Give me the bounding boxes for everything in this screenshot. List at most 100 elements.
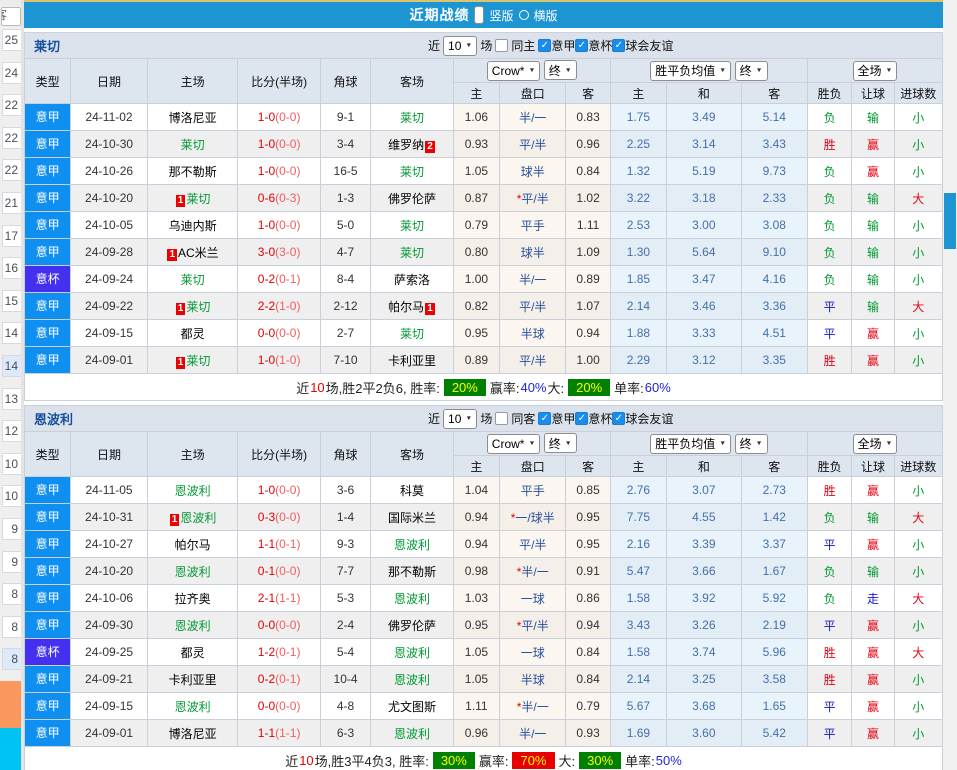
mean-away-odds: 5.42	[741, 720, 807, 747]
left-number-cell: 8	[2, 616, 21, 638]
mean-select[interactable]: 胜平负均值▼	[650, 61, 731, 81]
mean-home-odds: 2.14	[610, 666, 666, 693]
home-odds: 0.93	[453, 131, 499, 158]
match-date: 24-09-15	[71, 693, 147, 720]
handicap-text: 半/一	[519, 111, 546, 125]
odds-company-select[interactable]: Crow*▼	[487, 61, 541, 81]
away-odds: 0.96	[566, 131, 610, 158]
goals-size-cell: 大	[894, 585, 942, 612]
chevron-down-icon: ▼	[465, 42, 472, 48]
same-venue-label: 同主	[511, 37, 535, 54]
recent-count-select[interactable]: 10 ▼	[443, 36, 477, 56]
half-time-score: (0-0)	[275, 564, 300, 578]
match-row: 意甲24-09-21卡利亚里0-2(0-1)10-4恩波利1.05半球0.842…	[25, 666, 943, 693]
horizontal-layout-radio[interactable]	[519, 10, 529, 20]
home-team-name: 都灵	[181, 327, 205, 341]
league-filter-checkbox[interactable]: ✓	[538, 412, 551, 425]
handicap-result-cell: 输	[852, 185, 894, 212]
half-time-score: (0-1)	[275, 672, 300, 686]
clipped-char: 客	[1, 8, 7, 23]
handicap-text: 一球	[521, 592, 545, 606]
handicap-text: 半球	[521, 673, 545, 687]
sub-header: 进球数	[894, 83, 942, 104]
handicap-cell: 平/半	[500, 131, 566, 158]
col-header-type: 类型	[25, 59, 71, 104]
home-odds: 0.95	[453, 320, 499, 347]
corner-count: 5-4	[320, 639, 370, 666]
mean-away-odds: 5.14	[741, 104, 807, 131]
mean-home-odds: 3.22	[610, 185, 666, 212]
rate-badge: 20%	[568, 379, 610, 396]
scrollbar-track[interactable]	[943, 0, 957, 770]
recent-count-select[interactable]: 10 ▼	[443, 409, 477, 429]
scrollbar-thumb[interactable]	[944, 193, 956, 249]
corner-count: 7-7	[320, 558, 370, 585]
half-time-score: (1-1)	[275, 726, 300, 740]
league-filter-checkbox[interactable]: ✓	[575, 39, 588, 52]
odds-final-select[interactable]: 终▼	[544, 60, 577, 80]
away-team-cell: 恩波利	[371, 720, 454, 747]
away-team-cell: 佛罗伦萨	[371, 612, 454, 639]
mean-home-odds: 5.47	[610, 558, 666, 585]
league-badge: 意甲	[25, 212, 70, 238]
same-venue-checkbox[interactable]	[495, 412, 508, 425]
league-filter-checkbox[interactable]: ✓	[575, 412, 588, 425]
left-number-cell: 15	[2, 290, 21, 312]
home-team-name: 拉齐奥	[175, 592, 211, 606]
home-team-cell: 博洛尼亚	[147, 104, 238, 131]
summary-text: 场,胜2平2负6, 胜率:	[326, 378, 440, 397]
odds-company-select[interactable]: Crow*▼	[487, 434, 541, 454]
left-number-cell: 25	[2, 29, 21, 51]
full-match-select[interactable]: 全场▼	[853, 434, 898, 454]
screen: 客 25242222222117161514141312101099888 近期…	[0, 0, 957, 770]
match-row: 意甲24-09-011莱切1-0(1-0)7-10卡利亚里0.89平/半1.00…	[25, 347, 943, 374]
sub-header: 客	[566, 83, 610, 104]
mean-select[interactable]: 胜平负均值▼	[650, 434, 731, 454]
mean-away-odds: 3.37	[741, 531, 807, 558]
mean-final-select[interactable]: 终▼	[735, 61, 768, 81]
away-team-name: 莱切	[400, 219, 424, 233]
full-match-select[interactable]: 全场▼	[853, 61, 898, 81]
summary-text: 60%	[645, 380, 671, 395]
goals-size-cell: 小	[894, 158, 942, 185]
sub-header: 客	[566, 456, 610, 477]
same-venue-checkbox[interactable]	[495, 39, 508, 52]
league-filter-checkbox[interactable]: ✓	[612, 412, 625, 425]
away-odds: 0.91	[566, 558, 610, 585]
handicap-text: 半/一	[521, 700, 548, 714]
handicap-text: 平/半	[519, 138, 546, 152]
vertical-layout-radio[interactable]	[474, 6, 484, 24]
left-number-cell: 17	[2, 225, 21, 247]
handicap-result-cell: 赢	[852, 477, 894, 504]
score-cell: 1-0(1-0)	[238, 347, 321, 374]
match-date: 24-09-24	[71, 266, 147, 293]
half-time-score: (1-0)	[275, 353, 300, 367]
match-date: 24-09-22	[71, 293, 147, 320]
away-team-name: 那不勒斯	[388, 565, 436, 579]
handicap-result-cell: 赢	[852, 531, 894, 558]
result-cell: 负	[808, 504, 852, 531]
league-filter-checkbox[interactable]: ✓	[612, 39, 625, 52]
corner-count: 3-6	[320, 477, 370, 504]
goals-size-cell: 大	[894, 293, 942, 320]
chevron-down-icon: ▼	[719, 440, 726, 446]
odds-final-select[interactable]: 终▼	[544, 433, 577, 453]
full-time-score: 0-2	[258, 272, 275, 286]
league-badge: 意甲	[25, 239, 70, 265]
match-row: 意杯24-09-24莱切0-2(0-1)8-4萨索洛1.00半/一0.891.8…	[25, 266, 943, 293]
page-title: 近期战绩	[409, 5, 469, 25]
away-team-cell: 莱切	[371, 158, 454, 185]
handicap-result-cell: 赢	[852, 320, 894, 347]
mean-final-select[interactable]: 终▼	[735, 434, 768, 454]
mean-away-odds: 3.36	[741, 293, 807, 320]
matches-table: 类型 日期 主场 比分(半场) 角球 客场 Crow*▼ 终▼ 胜平负均值▼ 终…	[24, 58, 943, 374]
result-cell: 负	[808, 104, 852, 131]
half-time-score: (0-0)	[275, 510, 300, 524]
chevron-down-icon: ▼	[528, 68, 535, 74]
home-team-cell: 拉齐奥	[147, 585, 238, 612]
left-number-cell: 16	[2, 257, 21, 279]
home-team-cell: 1莱切	[147, 293, 238, 320]
sub-header: 主	[610, 456, 666, 477]
league-filter-checkbox[interactable]: ✓	[538, 39, 551, 52]
home-team-name: 博洛尼亚	[169, 111, 217, 125]
